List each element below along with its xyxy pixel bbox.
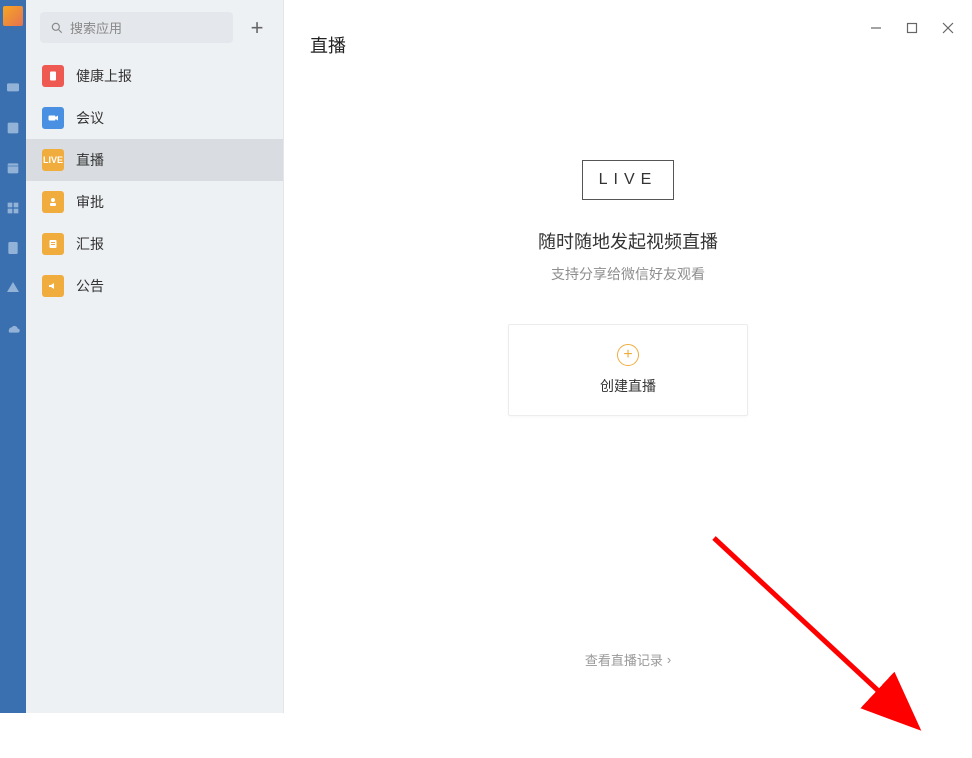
search-input[interactable]: 搜索应用	[40, 12, 233, 43]
live-badge: LIVE	[582, 160, 675, 200]
sidebar-item-report[interactable]: 汇报	[26, 223, 283, 265]
rail-cloud-icon[interactable]	[5, 320, 21, 336]
announce-icon	[42, 275, 64, 297]
create-live-button[interactable]: + 创建直播	[508, 324, 748, 416]
close-button[interactable]	[940, 20, 956, 36]
rail-calendar-icon[interactable]	[5, 160, 21, 176]
nav-rail	[0, 0, 26, 713]
hero-title: 随时随地发起视频直播	[538, 228, 718, 254]
rail-contacts-icon[interactable]	[5, 120, 21, 136]
sidebar-item-label: 公告	[76, 276, 104, 296]
report-icon	[42, 233, 64, 255]
add-app-button[interactable]: +	[243, 14, 271, 42]
search-placeholder: 搜索应用	[70, 18, 122, 37]
chevron-right-icon: ›	[667, 652, 671, 667]
view-records-link[interactable]: 查看直播记录 ›	[585, 650, 671, 669]
sidebar-item-announce[interactable]: 公告	[26, 265, 283, 307]
records-link-label: 查看直播记录	[585, 650, 663, 669]
sidebar-item-health[interactable]: 健康上报	[26, 55, 283, 97]
sidebar-item-label: 汇报	[76, 234, 104, 254]
sidebar-item-label: 审批	[76, 192, 104, 212]
rail-drive-icon[interactable]	[5, 280, 21, 296]
maximize-button[interactable]	[904, 20, 920, 36]
annotation-arrow	[704, 528, 944, 758]
create-live-label: 创建直播	[600, 376, 656, 396]
app-menu: 健康上报 会议 LIVE 直播 审批 汇报	[26, 55, 283, 713]
sidebar-item-approval[interactable]: 审批	[26, 181, 283, 223]
live-icon: LIVE	[42, 149, 64, 171]
rail-chat-icon[interactable]	[5, 80, 21, 96]
sidebar-item-meeting[interactable]: 会议	[26, 97, 283, 139]
meeting-icon	[42, 107, 64, 129]
approval-icon	[42, 191, 64, 213]
sidebar-item-label: 直播	[76, 150, 104, 170]
rail-apps-icon[interactable]	[5, 200, 21, 216]
avatar[interactable]	[3, 6, 23, 26]
window-controls	[852, 0, 972, 56]
health-icon	[42, 65, 64, 87]
main-content: 直播 LIVE 随时随地发起视频直播 支持分享给微信好友观看 + 创建直播 查看…	[284, 0, 972, 713]
hero-subtitle: 支持分享给微信好友观看	[551, 264, 705, 284]
sidebar-item-label: 会议	[76, 108, 104, 128]
search-icon	[50, 21, 64, 35]
sidebar-item-label: 健康上报	[76, 66, 132, 86]
minimize-button[interactable]	[868, 20, 884, 36]
sidebar: 搜索应用 + 健康上报 会议 LIVE 直播 审批	[26, 0, 284, 713]
rail-doc-icon[interactable]	[5, 240, 21, 256]
plus-circle-icon: +	[617, 344, 639, 366]
sidebar-item-live[interactable]: LIVE 直播	[26, 139, 283, 181]
content-area: LIVE 随时随地发起视频直播 支持分享给微信好友观看 + 创建直播 查看直播记…	[284, 76, 972, 713]
search-row: 搜索应用 +	[26, 0, 283, 55]
